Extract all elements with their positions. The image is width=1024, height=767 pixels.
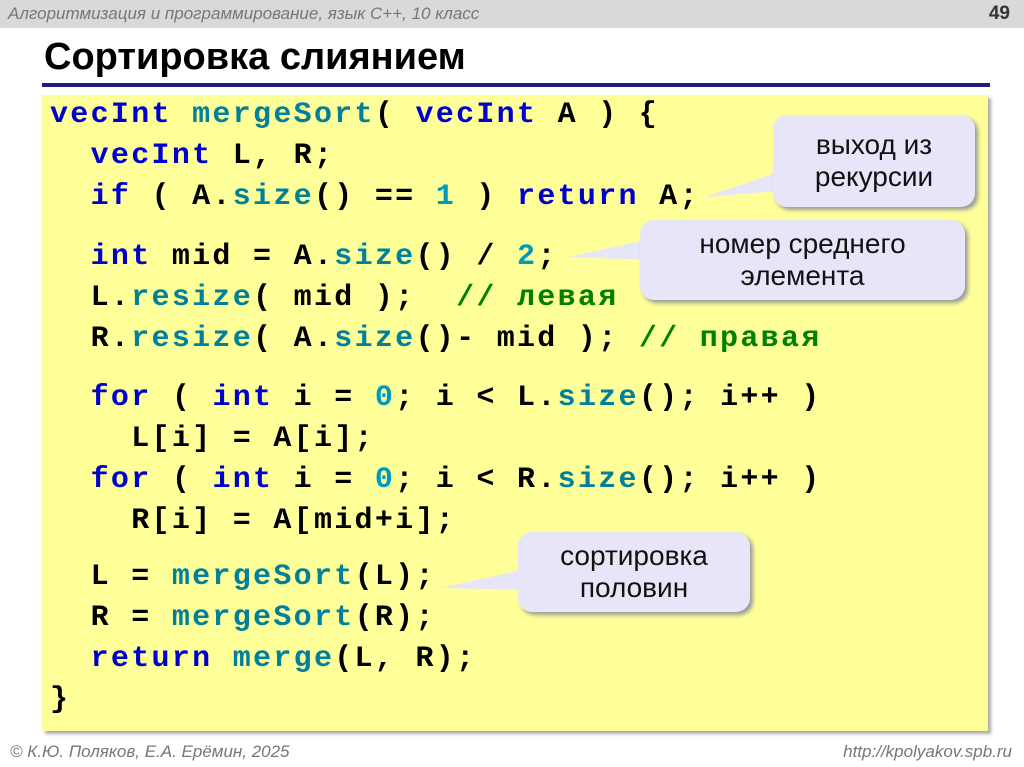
slide: Алгоритмизация и программирование, язык … xyxy=(0,0,1024,767)
callout-text: выход из xyxy=(815,129,933,160)
footer-url[interactable]: http://kpolyakov.spb.ru xyxy=(843,742,1012,762)
footer-authors: © К.Ю. Поляков, Е.А. Ерёмин, 2025 xyxy=(10,742,290,761)
callout-middle-index: номер среднего элемента xyxy=(640,220,965,300)
callout-text: номер среднего xyxy=(699,228,906,259)
callout-text: сортировка xyxy=(560,540,708,571)
callout-sort-halves: сортировка половин xyxy=(518,532,750,612)
callout-text: половин xyxy=(579,572,689,603)
callout-text: элемента xyxy=(740,260,865,291)
callout-text: рекурсии xyxy=(814,161,934,192)
callout-recursion-exit: выход из рекурсии xyxy=(773,115,975,207)
callout-tail-3 xyxy=(440,568,530,590)
